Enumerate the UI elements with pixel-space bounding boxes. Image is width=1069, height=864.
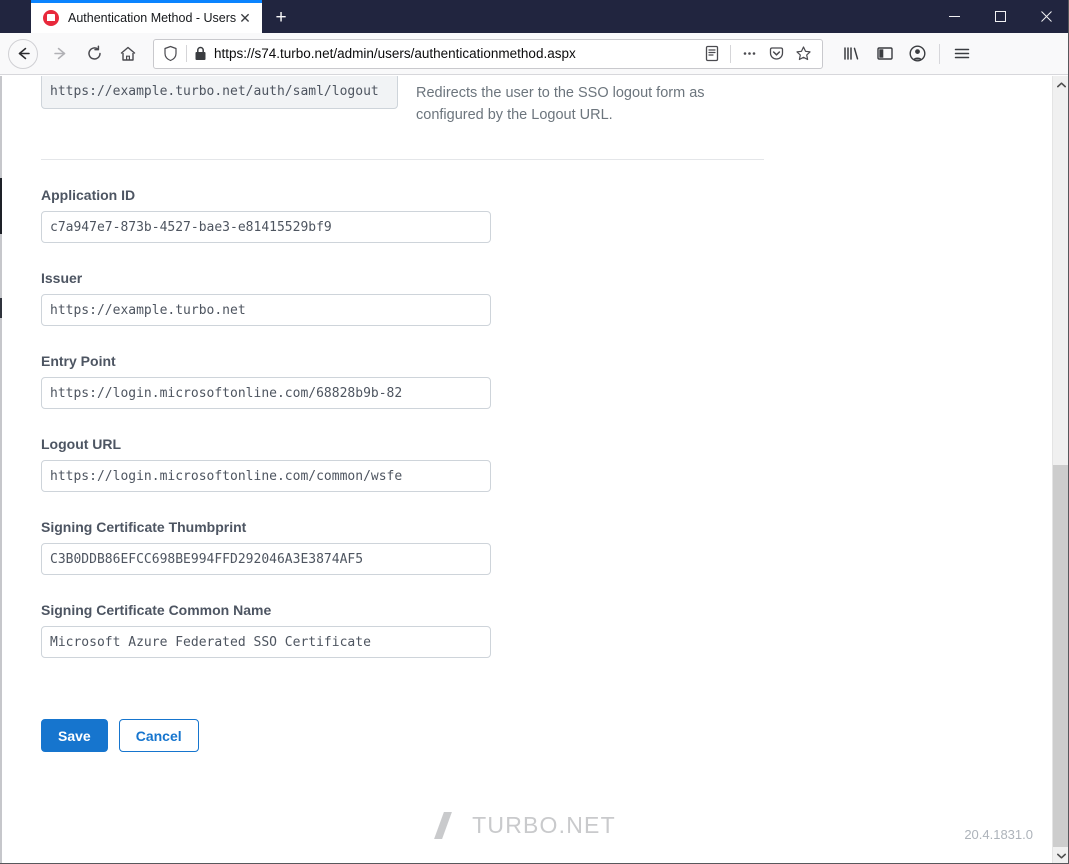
- hamburger-menu-icon[interactable]: [945, 37, 978, 70]
- entry-point-value: https://login.microsoftonline.com/68828b…: [50, 385, 403, 401]
- back-arrow-icon[interactable]: [8, 38, 38, 69]
- field-label: Logout URL: [41, 436, 122, 452]
- window-controls: [931, 0, 1069, 33]
- cancel-button[interactable]: Cancel: [118, 719, 199, 752]
- field-label: Entry Point: [41, 353, 116, 369]
- sidebar-icon[interactable]: [868, 37, 901, 70]
- ellipsis-icon[interactable]: [736, 41, 762, 67]
- field-issuer: Issuer https://example.turbo.net: [41, 270, 1053, 326]
- sso-logout-form-value: https://example.turbo.net/auth/saml/logo…: [50, 83, 379, 99]
- signing-certificate-common-name-input[interactable]: Microsoft Azure Federated SSO Certificat…: [41, 626, 491, 658]
- authentication-method-form: https://example.turbo.net/auth/saml/logo…: [0, 76, 1053, 864]
- home-icon[interactable]: [111, 37, 145, 71]
- field-application-id: Application ID c7a947e7-873b-4527-bae3-e…: [41, 187, 1053, 243]
- application-id-input[interactable]: c7a947e7-873b-4527-bae3-e81415529bf9: [41, 211, 491, 243]
- sso-logout-help-line2: configured by the Logout URL.: [416, 107, 613, 123]
- browser-tab-active[interactable]: Authentication Method - Users ✕: [31, 0, 262, 33]
- issuer-input[interactable]: https://example.turbo.net: [41, 294, 491, 326]
- library-icon[interactable]: [835, 37, 868, 70]
- turbo-logo-text: TURBO.NET: [472, 811, 616, 838]
- account-icon[interactable]: [901, 37, 934, 70]
- browser-titlebar: Authentication Method - Users ✕ +: [0, 0, 1069, 33]
- logout-url-input[interactable]: https://login.microsoftonline.com/common…: [41, 460, 491, 492]
- field-label: Signing Certificate Common Name: [41, 602, 272, 618]
- minimize-button[interactable]: [931, 0, 977, 33]
- scroll-down-arrow-icon[interactable]: [1053, 847, 1069, 864]
- shield-icon[interactable]: [162, 45, 179, 62]
- address-bar-actions: [699, 41, 816, 67]
- field-label: Issuer: [41, 270, 83, 286]
- signing-certificate-thumbprint-value: C3B0DDB86EFCC698BE994FFD292046A3E3874AF5: [50, 551, 364, 567]
- page-scrollbar[interactable]: [1052, 76, 1069, 864]
- form-actions: Save Cancel: [41, 719, 1053, 752]
- turbo-net-logo: TURBO.NET: [437, 812, 616, 839]
- close-window-button[interactable]: [1023, 0, 1069, 33]
- new-tab-button[interactable]: +: [264, 3, 298, 33]
- address-bar[interactable]: https://s74.turbo.net/admin/users/authen…: [153, 38, 823, 69]
- application-id-value: c7a947e7-873b-4527-bae3-e81415529bf9: [50, 219, 332, 235]
- browser-toolbar-right: [835, 37, 978, 70]
- app-version: 20.4.1831.0: [964, 827, 1033, 842]
- sso-logout-help-text: Redirects the user to the SSO logout for…: [416, 81, 705, 126]
- page-footer: TURBO.NET: [0, 802, 1053, 848]
- scrollbar-thumb[interactable]: [1053, 465, 1069, 847]
- entry-point-input[interactable]: https://login.microsoftonline.com/68828b…: [41, 377, 491, 409]
- scroll-up-arrow-icon[interactable]: [1053, 76, 1069, 93]
- field-label: Signing Certificate Thumbprint: [41, 519, 247, 535]
- pocket-icon[interactable]: [763, 41, 789, 67]
- browser-navigation-bar: https://s74.turbo.net/admin/users/authen…: [0, 33, 1069, 75]
- reload-icon[interactable]: [77, 37, 111, 71]
- star-icon[interactable]: [790, 41, 816, 67]
- save-button[interactable]: Save: [41, 719, 108, 752]
- field-signing-certificate-common-name: Signing Certificate Common Name Microsof…: [41, 602, 1053, 658]
- field-label: Application ID: [41, 187, 136, 203]
- sso-logout-form-input[interactable]: https://example.turbo.net/auth/saml/logo…: [41, 76, 398, 109]
- signing-certificate-common-name-value: Microsoft Azure Federated SSO Certificat…: [50, 634, 371, 650]
- turbo-favicon-icon: [43, 10, 59, 26]
- section-divider: [41, 159, 764, 160]
- turbo-logo-mark-icon: [437, 812, 459, 839]
- logout-url-value: https://login.microsoftonline.com/common…: [50, 468, 403, 484]
- signing-certificate-thumbprint-input[interactable]: C3B0DDB86EFCC698BE994FFD292046A3E3874AF5: [41, 543, 491, 575]
- toolbar-divider: [939, 43, 940, 64]
- forward-arrow-icon: [43, 37, 77, 71]
- sso-logout-help-line1: Redirects the user to the SSO logout for…: [416, 85, 705, 101]
- browser-window: Authentication Method - Users ✕ + https:…: [0, 0, 1069, 864]
- page-viewport: https://example.turbo.net/auth/saml/logo…: [0, 76, 1069, 864]
- logout-form-row: https://example.turbo.net/auth/saml/logo…: [41, 76, 1053, 126]
- url-text: https://s74.turbo.net/admin/users/authen…: [214, 46, 576, 61]
- address-actions-divider: [730, 44, 731, 63]
- issuer-value: https://example.turbo.net: [50, 302, 246, 318]
- field-logout-url: Logout URL https://login.microsoftonline…: [41, 436, 1053, 492]
- close-tab-icon[interactable]: ✕: [236, 9, 254, 27]
- maximize-button[interactable]: [977, 0, 1023, 33]
- field-entry-point: Entry Point https://login.microsoftonlin…: [41, 353, 1053, 409]
- tab-title: Authentication Method - Users: [68, 11, 236, 25]
- field-signing-certificate-thumbprint: Signing Certificate Thumbprint C3B0DDB86…: [41, 519, 1053, 575]
- reader-view-icon[interactable]: [699, 41, 725, 67]
- lock-icon[interactable]: [194, 46, 207, 61]
- address-bar-divider: [186, 45, 187, 62]
